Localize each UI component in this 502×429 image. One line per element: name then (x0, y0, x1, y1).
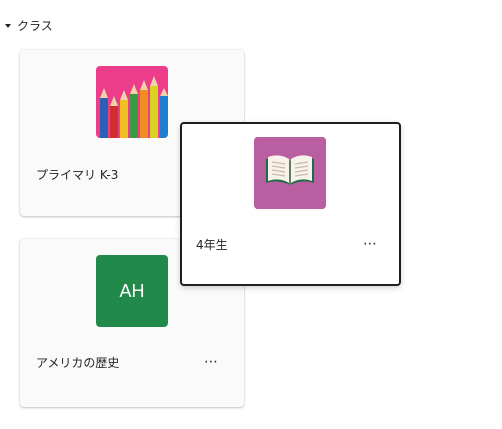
caret-down-icon[interactable] (5, 24, 11, 28)
more-options-icon: ⋯ (204, 354, 218, 370)
class-name: アメリカの歴史 (36, 356, 120, 370)
more-options-icon: ⋯ (363, 236, 377, 252)
class-card-grade-4[interactable]: 4年生 ⋯ (180, 122, 401, 286)
colored-pencils-icon (96, 66, 168, 138)
class-initials-avatar: AH (96, 255, 168, 327)
class-name: プライマリ K-3 (36, 168, 119, 182)
classes-section-header[interactable]: クラス (5, 17, 53, 34)
more-options-button[interactable]: ⋯ (357, 234, 383, 254)
class-name: 4年生 (196, 238, 228, 252)
open-book-icon (254, 137, 326, 209)
class-initials: AH (119, 280, 145, 301)
more-options-button[interactable]: ⋯ (198, 352, 224, 372)
section-title: クラス (17, 19, 53, 33)
classes-page: クラス プライマリ K-3 AH アメリカの歴史 ⋯ 4年生 ⋯ (0, 0, 502, 429)
